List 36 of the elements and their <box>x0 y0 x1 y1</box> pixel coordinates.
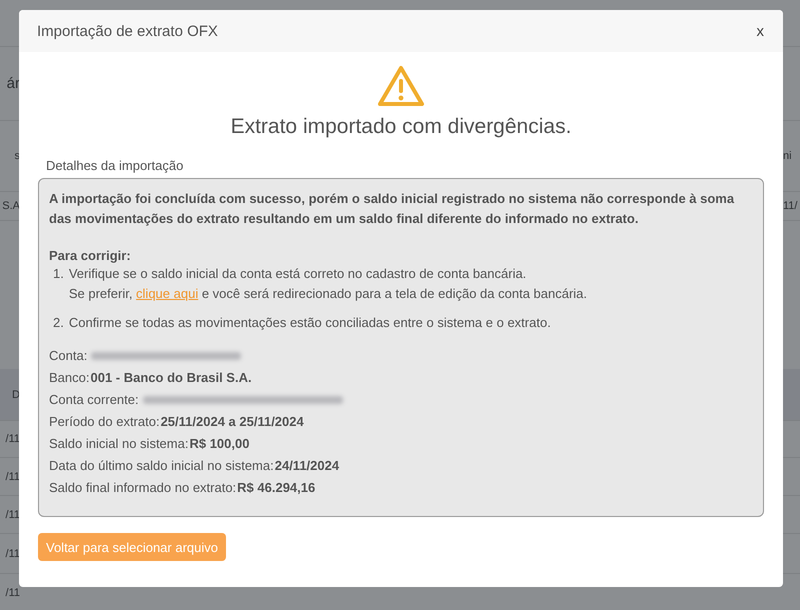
detail-value: R$ 46.294,16 <box>237 479 316 497</box>
detail-label: Data do último saldo inicial no sistema: <box>49 457 274 475</box>
step-number: 2. <box>53 314 64 332</box>
detail-label: Período do extrato: <box>49 413 160 431</box>
fix-heading: Para corrigir: <box>49 247 132 264</box>
status-heading: Extrato importado com divergências. <box>230 115 572 139</box>
table-cell: ni <box>783 150 792 162</box>
dialog-title: Importação de extrato OFX <box>37 22 218 40</box>
detail-label: Saldo inicial no sistema: <box>49 435 188 453</box>
step-number: 1. <box>53 265 64 283</box>
table-cell: /11 <box>6 548 20 560</box>
detail-value: R$ 100,00 <box>189 435 250 453</box>
warning-icon <box>377 65 425 107</box>
detail-label: Conta: <box>49 347 88 365</box>
page-text: ár <box>6 75 20 92</box>
close-button[interactable]: x <box>754 22 767 40</box>
step-text: Confirme se todas as movimentações estão conciliadas entre o sistema e o extrato. <box>68 314 551 332</box>
detail-value: 25/11/2024 a 25/11/2024 <box>160 413 304 431</box>
detail-label: Banco: <box>49 369 90 387</box>
table-cell: /11 <box>6 508 20 520</box>
detail-value: 001 - Banco do Brasil S.A. <box>90 369 252 387</box>
detail-label: Conta corrente: <box>49 391 139 409</box>
column-header: D <box>12 388 20 400</box>
back-button[interactable]: Voltar para selecionar arquivo <box>38 533 226 561</box>
table-cell: /11 <box>6 470 20 482</box>
detail-label: Saldo final informado no extrato: <box>49 479 236 497</box>
message-text: A importação foi concluída com sucesso, porém o saldo inicial registrado no sistema não corresponde à soma das movimentações do extrato resultando em um saldo final diferente do informado no extrato. <box>49 190 736 228</box>
detail-value: 24/11/2024 <box>274 457 340 475</box>
step-text: Se preferir, clique aqui e você será redirecionado para a tela de edição da conta bancária. <box>68 285 588 303</box>
section-label: Detalhes da importação <box>46 158 184 173</box>
table-cell: /11 <box>6 433 20 445</box>
edit-account-link[interactable]: clique aqui <box>136 286 198 301</box>
table-cell: 11/ <box>783 200 798 212</box>
page-text: S.A <box>2 200 20 212</box>
step-text: Verifique se o saldo inicial da conta está correto no cadastro de conta bancária. <box>68 265 528 283</box>
table-cell: /11 <box>6 586 20 598</box>
